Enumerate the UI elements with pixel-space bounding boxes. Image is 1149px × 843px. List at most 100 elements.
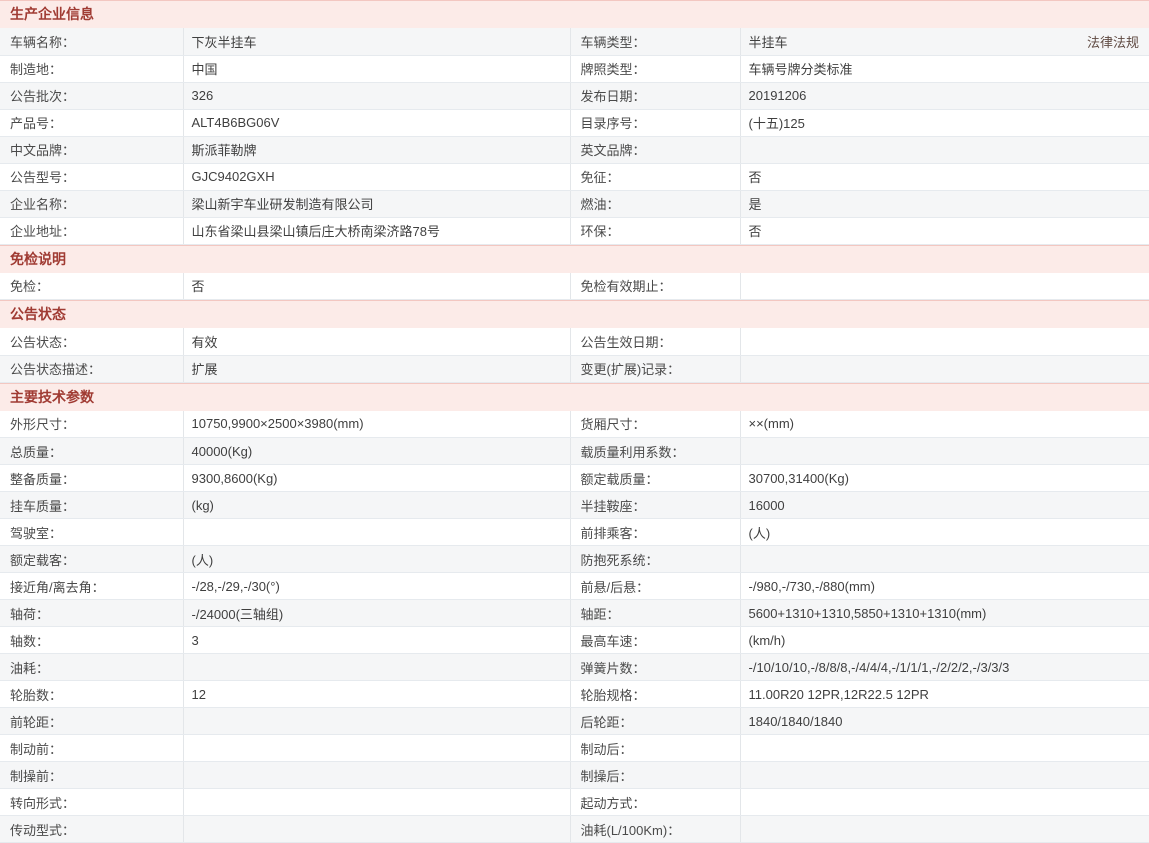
- section-main-technical-params: 主要技术参数外形尺寸：10750,9900×2500×3980(mm)货厢尺寸：…: [0, 383, 1149, 843]
- field-label: 额定载客：: [0, 546, 183, 573]
- legal-regulations-link[interactable]: 法律法规: [1087, 32, 1141, 51]
- field-label: 免检有效期止：: [570, 273, 740, 300]
- field-value: (kg): [183, 492, 570, 519]
- field-label-text: 车辆类型：: [581, 35, 646, 50]
- field-value: 30700,31400(Kg): [740, 465, 1149, 492]
- field-value: ALT4B6BG06V: [183, 109, 570, 136]
- field-label-text: 免检：: [10, 279, 49, 294]
- spec-row: 额定载客：(人) 防抱死系统：: [0, 546, 1149, 573]
- field-label-text: 制操后：: [581, 769, 633, 784]
- field-label-text: 前悬/后悬：: [581, 580, 650, 595]
- field-label-text: 起动方式：: [581, 796, 646, 811]
- field-label: 变更(扩展)记录：: [570, 355, 740, 382]
- field-label: 额定载质量：: [570, 465, 740, 492]
- field-value: 12: [183, 681, 570, 708]
- field-label: 驾驶室：: [0, 519, 183, 546]
- field-value: (人): [183, 546, 570, 573]
- field-value: [183, 708, 570, 735]
- field-label: 公告批次：: [0, 82, 183, 109]
- field-value-text: 12: [192, 687, 206, 702]
- field-value: 20191206: [740, 82, 1149, 109]
- field-label: 整备质量：: [0, 465, 183, 492]
- field-label-text: 载质量利用系数：: [581, 445, 685, 460]
- field-label-text: 轮胎数：: [10, 688, 62, 703]
- field-value-text: ALT4B6BG06V: [192, 115, 280, 130]
- field-label-text: 油耗：: [10, 661, 49, 676]
- field-value-text: 40000(Kg): [192, 444, 253, 459]
- spec-row: 轮胎数： 12 轮胎规格： 11.00R20 12PR,12R22.5 12PR: [0, 681, 1149, 708]
- section-fields-table: 外形尺寸：10750,9900×2500×3980(mm)货厢尺寸： ××(mm)…: [0, 411, 1149, 843]
- spec-row: 传动型式：油耗(L/100Km)：: [0, 816, 1149, 843]
- field-label: 发布日期：: [570, 82, 740, 109]
- field-label-text: 制造地：: [10, 62, 62, 77]
- field-label-text: 企业名称：: [10, 197, 75, 212]
- field-label: 货厢尺寸：: [570, 411, 740, 438]
- section-fields-table: 公告状态：有效公告生效日期：公告状态描述：扩展变更(扩展)记录：: [0, 328, 1149, 383]
- field-label-text: 公告状态：: [10, 335, 75, 350]
- field-label: 挂车质量：: [0, 492, 183, 519]
- section-announcement-status: 公告状态公告状态：有效公告生效日期：公告状态描述：扩展变更(扩展)记录：: [0, 300, 1149, 383]
- field-value-text: 中国: [192, 62, 218, 77]
- spec-row: 前轮距：后轮距：1840/1840/1840: [0, 708, 1149, 735]
- section-production-company-info: 生产企业信息车辆名称：下灰半挂车车辆类型：法律法规半挂车制造地：中国牌照类型：车…: [0, 0, 1149, 245]
- field-label: 前悬/后悬：: [570, 573, 740, 600]
- field-value: [183, 789, 570, 816]
- field-value-text: (km/h): [749, 633, 786, 648]
- field-value-text: 是: [749, 197, 762, 212]
- field-value-text: 扩展: [192, 362, 218, 377]
- spec-row: 制动前：制动后：: [0, 735, 1149, 762]
- field-value: (km/h): [740, 627, 1149, 654]
- field-value-text: -/980,-/730,-/880(mm): [749, 579, 875, 594]
- field-value: 10750,9900×2500×3980(mm): [183, 411, 570, 438]
- field-value: -/28,-/29,-/30(°): [183, 573, 570, 600]
- field-value-text: (人): [749, 526, 771, 541]
- field-label-text: 免检有效期止：: [581, 279, 672, 294]
- spec-row: 外形尺寸：10750,9900×2500×3980(mm)货厢尺寸： ××(mm): [0, 411, 1149, 438]
- field-label: 轴距：: [570, 600, 740, 627]
- field-label-text: 总质量：: [10, 445, 62, 460]
- spec-row: 转向形式：起动方式：: [0, 789, 1149, 816]
- field-value: 山东省梁山县梁山镇后庄大桥南梁济路78号: [183, 217, 570, 244]
- field-label: 目录序号：: [570, 109, 740, 136]
- field-value: 是: [740, 190, 1149, 217]
- field-value: [183, 762, 570, 789]
- field-value-text: 30700,31400(Kg): [749, 471, 849, 486]
- field-label-text: 整备质量：: [10, 472, 75, 487]
- field-label: 公告状态：: [0, 328, 183, 355]
- field-label-text: 变更(扩展)记录：: [581, 362, 681, 377]
- field-value: [183, 654, 570, 681]
- field-label: 油耗(L/100Km)：: [570, 816, 740, 843]
- spec-row: 制操前：制操后：: [0, 762, 1149, 789]
- field-label: 弹簧片数：: [570, 654, 740, 681]
- field-value-text: 16000: [749, 498, 785, 513]
- field-value-text: 否: [749, 170, 762, 185]
- field-value: [740, 789, 1149, 816]
- spec-row: 制造地：中国牌照类型：车辆号牌分类标准: [0, 55, 1149, 82]
- field-value: ××(mm): [740, 411, 1149, 438]
- spec-row: 整备质量：9300,8600(Kg)额定载质量：30700,31400(Kg): [0, 465, 1149, 492]
- spec-row: 公告状态：有效公告生效日期：: [0, 328, 1149, 355]
- field-value-text: 梁山新宇车业研发制造有限公司: [192, 197, 374, 212]
- field-value: 否: [740, 163, 1149, 190]
- field-value: 16000: [740, 492, 1149, 519]
- field-label-text: 轮胎规格：: [581, 688, 646, 703]
- field-label: 防抱死系统：: [570, 546, 740, 573]
- field-label: 最高车速：: [570, 627, 740, 654]
- field-label-text: 免征：: [581, 170, 620, 185]
- field-value: 下灰半挂车: [183, 28, 570, 55]
- field-value: (人): [740, 519, 1149, 546]
- field-label: 英文品牌：: [570, 136, 740, 163]
- spec-row: 企业地址：山东省梁山县梁山镇后庄大桥南梁济路78号环保：否: [0, 217, 1149, 244]
- field-value-text: -/10/10/10,-/8/8/8,-/4/4/4,-/1/1/1,-/2/2…: [749, 660, 1010, 675]
- field-label-text: 轴数：: [10, 634, 49, 649]
- field-label: 接近角/离去角：: [0, 573, 183, 600]
- field-value: 5600+1310+1310,5850+1310+1310(mm): [740, 600, 1149, 627]
- field-label-text: 防抱死系统：: [581, 553, 659, 568]
- spec-row: 轴数：3最高车速：(km/h): [0, 627, 1149, 654]
- field-label: 轮胎数：: [0, 681, 183, 708]
- field-value-text: 山东省梁山县梁山镇后庄大桥南梁济路78号: [192, 224, 440, 239]
- field-value-text: ××(mm): [749, 416, 795, 431]
- field-label-text: 后轮距：: [581, 715, 633, 730]
- field-value-text: 11.00R20 12PR,12R22.5 12PR: [749, 687, 929, 702]
- field-label: 外形尺寸：: [0, 411, 183, 438]
